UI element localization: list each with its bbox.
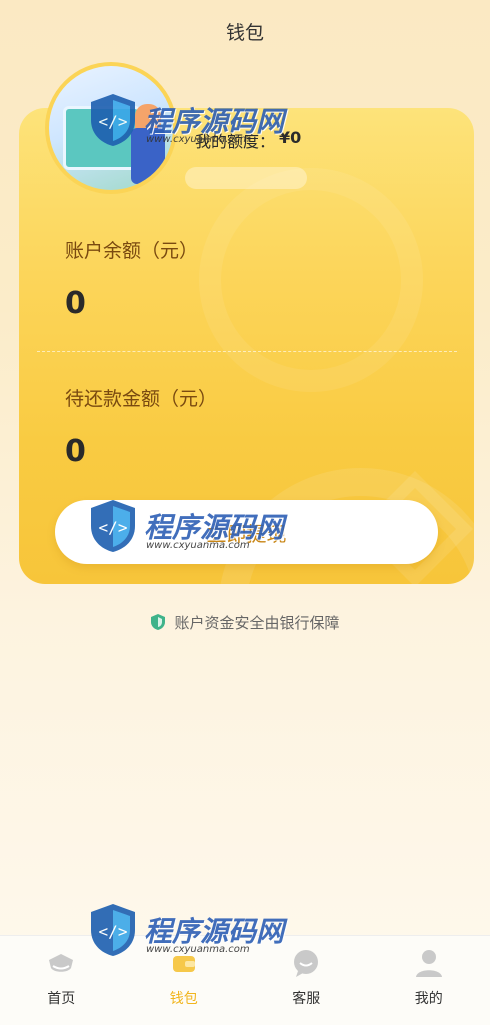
top-bar: 钱包 <box>0 0 490 62</box>
repay-label: 待还款金额（元） <box>65 384 217 411</box>
repay-value: 0 <box>65 434 86 469</box>
shield-icon <box>150 613 166 631</box>
svg-text:</>: </> <box>99 922 128 941</box>
tab-label: 首页 <box>47 988 75 1008</box>
tab-label: 客服 <box>292 988 320 1008</box>
watermark-url: www.cxyuanma.com <box>146 540 250 551</box>
watermark: </> 程序源码网 www.cxyuanma.com <box>88 498 284 554</box>
watermark-logo-icon: </> <box>88 498 138 554</box>
watermark: </> 程序源码网 www.cxyuanma.com <box>88 902 284 958</box>
home-icon <box>44 946 78 980</box>
user-icon <box>412 946 446 980</box>
watermark-logo-icon: </> <box>88 902 138 958</box>
balance-value: 0 <box>65 286 86 321</box>
svg-text:</>: </> <box>99 518 128 537</box>
security-note: 账户资金安全由银行保障 <box>0 610 490 634</box>
tab-profile[interactable]: 我的 <box>368 936 490 1025</box>
security-text: 账户资金安全由银行保障 <box>174 612 339 633</box>
chat-icon <box>289 946 323 980</box>
watermark-url: www.cxyuanma.com <box>146 134 250 145</box>
page-title: 钱包 <box>226 18 264 45</box>
tab-label: 钱包 <box>170 988 198 1008</box>
card-decoration <box>199 168 423 392</box>
tab-label: 我的 <box>415 988 443 1008</box>
watermark: </> 程序源码网 www.cxyuanma.com <box>88 92 284 148</box>
balance-label: 账户余额（元） <box>65 236 198 263</box>
svg-text:</>: </> <box>99 112 128 131</box>
watermark-logo-icon: </> <box>88 92 138 148</box>
divider <box>37 351 457 352</box>
watermark-url: www.cxyuanma.com <box>146 944 250 955</box>
quota-detail-button[interactable] <box>185 167 307 189</box>
